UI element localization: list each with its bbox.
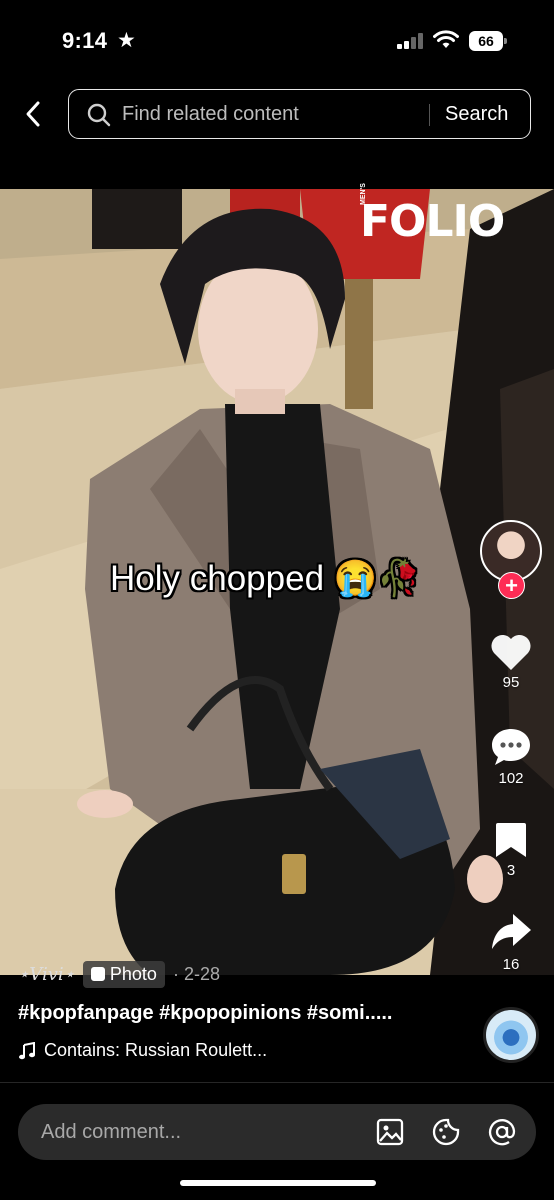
star-icon: ★ — [117, 29, 136, 52]
comment-button[interactable]: 102 — [481, 726, 541, 787]
magazine-logo: FOLIO — [360, 196, 505, 247]
photo-icon — [90, 967, 105, 981]
sticker-icon[interactable] — [431, 1117, 461, 1147]
mention-icon[interactable] — [487, 1117, 517, 1147]
save-count: 3 — [506, 862, 516, 879]
photo-caption: Holy chopped 😭🥀 — [110, 559, 421, 598]
like-count: 95 — [502, 674, 520, 691]
music-info[interactable]: Contains: Russian Roulett... — [18, 1040, 267, 1061]
like-button[interactable]: 95 — [481, 632, 541, 691]
search-icon — [87, 103, 111, 127]
home-indicator — [180, 1180, 376, 1186]
share-arrow-icon — [492, 914, 531, 949]
separator — [0, 1082, 554, 1083]
music-title: Contains: Russian Roulett... — [44, 1040, 268, 1060]
search-input[interactable]: Find related content — [122, 103, 299, 126]
search-divider — [429, 104, 430, 126]
photo-badge-label: Photo — [109, 963, 157, 984]
post-date: · 2-28 — [172, 963, 220, 984]
music-disc[interactable] — [483, 1007, 539, 1063]
music-note-icon — [19, 1041, 35, 1059]
comment-input[interactable]: Add comment... — [41, 1121, 181, 1144]
save-button[interactable]: 3 — [481, 820, 541, 879]
battery-level: 66 — [469, 31, 503, 51]
comment-bar[interactable]: Add comment... — [18, 1104, 536, 1160]
follow-button[interactable]: + — [498, 572, 525, 599]
bookmark-icon — [496, 823, 526, 857]
back-button[interactable] — [18, 97, 48, 131]
cellular-signal-icon — [397, 33, 425, 49]
chevron-left-icon — [26, 101, 40, 127]
status-time: 9:14 — [62, 28, 108, 53]
image-icon[interactable] — [375, 1117, 405, 1147]
heart-icon — [491, 634, 531, 670]
post-meta: ⋆Vivi⋆ Photo · 2-28 — [18, 960, 220, 988]
share-button[interactable]: 16 — [481, 910, 541, 973]
comment-icon — [492, 729, 530, 765]
author-name[interactable]: ⋆Vivi⋆ — [18, 964, 75, 985]
battery-icon: 66 — [469, 31, 507, 51]
search-bar[interactable]: Find related content Search — [68, 89, 531, 139]
photo-type-badge: Photo — [82, 960, 165, 988]
post-hashtags[interactable]: #kpopfanpage #kpopopinions #somi..... — [18, 1002, 393, 1025]
status-bar: 9:14 ★ 66 — [0, 0, 554, 80]
wifi-icon — [433, 30, 459, 48]
search-button[interactable]: Search — [445, 103, 508, 126]
comment-count: 102 — [498, 770, 524, 787]
share-count: 16 — [502, 956, 520, 973]
